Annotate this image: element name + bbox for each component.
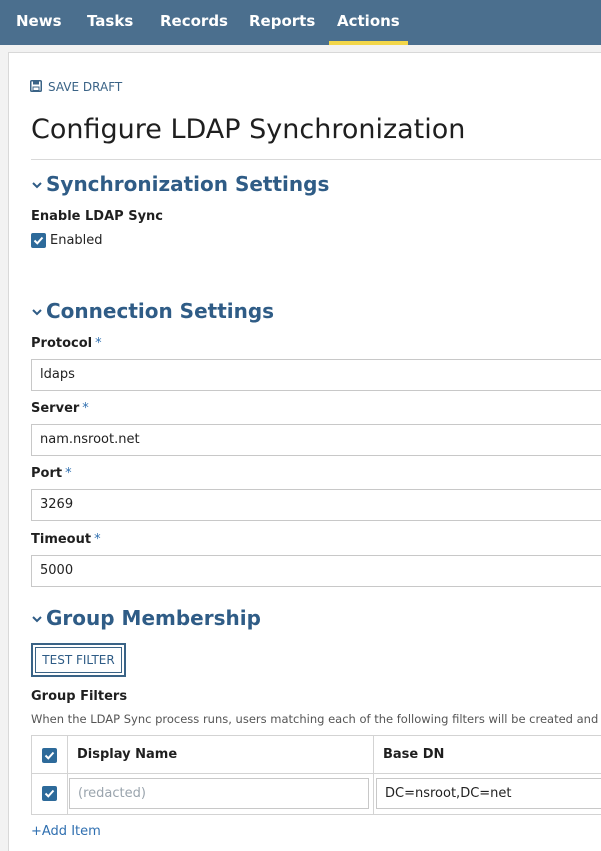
base-dn-input[interactable]: DC=nsroot,DC=net bbox=[376, 778, 601, 809]
nav-item-reports[interactable]: Reports bbox=[249, 0, 315, 45]
nav-item-actions[interactable]: Actions bbox=[329, 0, 408, 45]
column-header-display-name: Display Name bbox=[77, 747, 178, 762]
chevron-down-icon bbox=[31, 606, 43, 630]
column-divider bbox=[373, 735, 374, 815]
column-divider bbox=[67, 735, 68, 815]
floppy-disk-icon bbox=[30, 79, 42, 95]
page-title: Configure LDAP Synchronization bbox=[31, 114, 466, 145]
section-heading-synchronization: Synchronization Settings bbox=[46, 172, 330, 196]
nav-item-tasks[interactable]: Tasks bbox=[87, 0, 133, 45]
nav-item-news[interactable]: News bbox=[16, 0, 62, 45]
group-filters-label: Group Filters bbox=[31, 689, 128, 704]
section-heading-connection: Connection Settings bbox=[46, 299, 275, 323]
timeout-label: Timeout * bbox=[31, 532, 101, 547]
display-name-input[interactable]: (redacted) bbox=[69, 778, 369, 809]
nav-item-records[interactable]: Records bbox=[160, 0, 228, 45]
group-filters-help-text: When the LDAP Sync process runs, users m… bbox=[31, 712, 601, 726]
row-checkbox[interactable] bbox=[42, 786, 57, 801]
server-input[interactable]: nam.nsroot.net bbox=[31, 424, 601, 456]
save-draft-button[interactable]: SAVE DRAFT bbox=[30, 78, 122, 96]
row-divider bbox=[31, 773, 601, 774]
required-marker: * bbox=[65, 466, 72, 481]
section-toggle-synchronization[interactable]: Synchronization Settings bbox=[31, 171, 329, 197]
protocol-label: Protocol * bbox=[31, 336, 102, 351]
checkmark-icon bbox=[42, 748, 57, 763]
protocol-input[interactable]: ldaps bbox=[31, 359, 601, 391]
title-divider bbox=[31, 159, 601, 160]
chevron-down-icon bbox=[31, 172, 43, 196]
redacted-value: (redacted) bbox=[78, 786, 146, 801]
top-navigation: News Tasks Records Reports Actions bbox=[0, 0, 601, 45]
required-marker: * bbox=[82, 401, 89, 416]
port-input[interactable]: 3269 bbox=[31, 489, 601, 521]
enabled-checkbox[interactable] bbox=[31, 233, 46, 248]
timeout-input[interactable]: 5000 bbox=[31, 555, 601, 587]
chevron-down-icon bbox=[31, 299, 43, 323]
select-all-checkbox[interactable] bbox=[42, 748, 57, 763]
enabled-checkbox-label: Enabled bbox=[50, 233, 103, 248]
section-heading-group-membership: Group Membership bbox=[46, 606, 261, 630]
server-label: Server * bbox=[31, 401, 89, 416]
test-filter-button[interactable]: TEST FILTER bbox=[31, 643, 126, 677]
required-marker: * bbox=[94, 532, 101, 547]
required-marker: * bbox=[95, 336, 102, 351]
add-item-link[interactable]: +Add Item bbox=[31, 824, 101, 839]
port-label: Port * bbox=[31, 466, 72, 481]
checkmark-icon bbox=[42, 786, 57, 801]
save-draft-label: SAVE DRAFT bbox=[48, 80, 123, 94]
section-toggle-connection[interactable]: Connection Settings bbox=[31, 298, 274, 324]
section-toggle-group-membership[interactable]: Group Membership bbox=[31, 605, 261, 631]
checkmark-icon bbox=[31, 233, 46, 248]
enable-ldap-sync-label: Enable LDAP Sync bbox=[31, 209, 163, 224]
column-header-base-dn: Base DN bbox=[383, 747, 445, 762]
